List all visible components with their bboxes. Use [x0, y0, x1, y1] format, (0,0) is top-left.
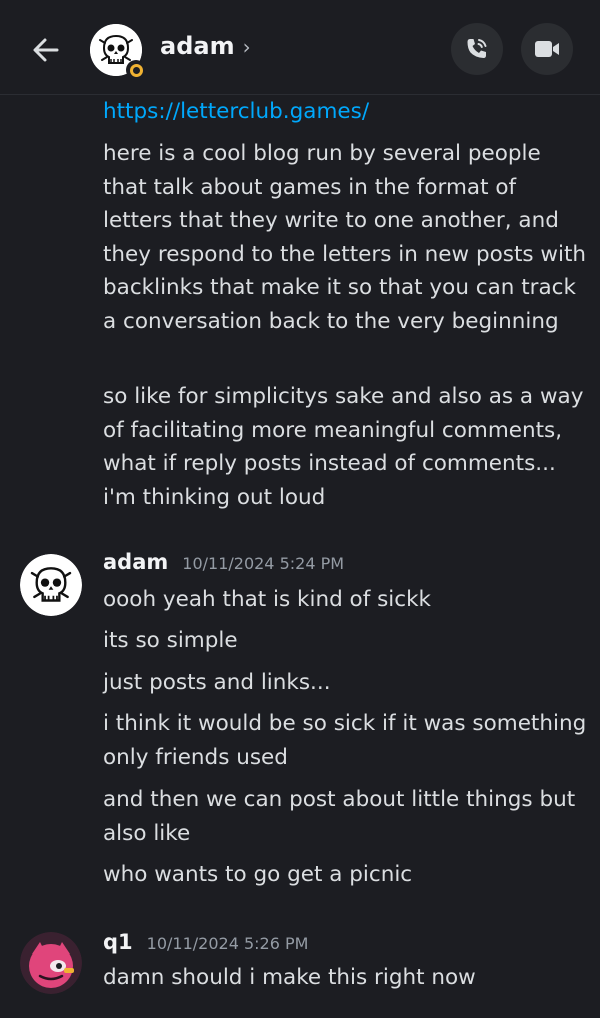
- video-camera-icon: [535, 41, 559, 57]
- message-text: its so simple: [103, 628, 238, 653]
- voice-call-button[interactable]: [451, 23, 503, 75]
- idle-status-icon: [126, 60, 146, 80]
- message-timestamp: 10/11/2024 5:26 PM: [146, 934, 309, 953]
- channel-name: adam: [160, 32, 235, 60]
- message-text: oooh yeah that is kind of sickk: [103, 587, 432, 612]
- header-avatar[interactable]: [90, 24, 146, 80]
- message-text: damn should i make this right now: [103, 965, 476, 990]
- message-header: adam 10/11/2024 5:24 PM: [103, 550, 344, 574]
- arrow-left-icon: [33, 38, 59, 62]
- dm-screen: adam › https://letterclub.games/ here is…: [0, 0, 600, 1018]
- url-link[interactable]: https://letterclub.games/: [103, 99, 369, 124]
- message-link: https://letterclub.games/: [103, 95, 588, 129]
- phone-call-icon: [467, 39, 487, 58]
- video-call-button[interactable]: [521, 23, 573, 75]
- pink-character-avatar-icon: [20, 932, 82, 994]
- skull-avatar-icon: [20, 554, 82, 616]
- back-button[interactable]: [24, 28, 68, 72]
- message-text: so like for simplicitys sake and also as…: [103, 384, 584, 510]
- message-header: q1 10/11/2024 5:26 PM: [103, 930, 308, 954]
- message-timestamp: 10/11/2024 5:24 PM: [182, 554, 345, 573]
- author-name[interactable]: q1: [103, 930, 133, 954]
- message-text: i think it would be so sick if it was so…: [103, 711, 587, 770]
- message-text: and then we can post about little things…: [103, 787, 576, 846]
- q1-avatar[interactable]: [20, 932, 82, 994]
- channel-name-button[interactable]: adam ›: [160, 32, 251, 60]
- message-text: just posts and links...: [103, 670, 331, 695]
- author-name[interactable]: adam: [103, 550, 168, 574]
- message-list: https://letterclub.games/ here is a cool…: [0, 95, 600, 1018]
- message-text: here is a cool blog run by several peopl…: [103, 141, 587, 334]
- message-text: who wants to go get a picnic: [103, 862, 413, 887]
- adam-avatar[interactable]: [20, 554, 82, 616]
- chevron-right-icon: ›: [242, 35, 251, 59]
- channel-header: adam ›: [0, 0, 600, 95]
